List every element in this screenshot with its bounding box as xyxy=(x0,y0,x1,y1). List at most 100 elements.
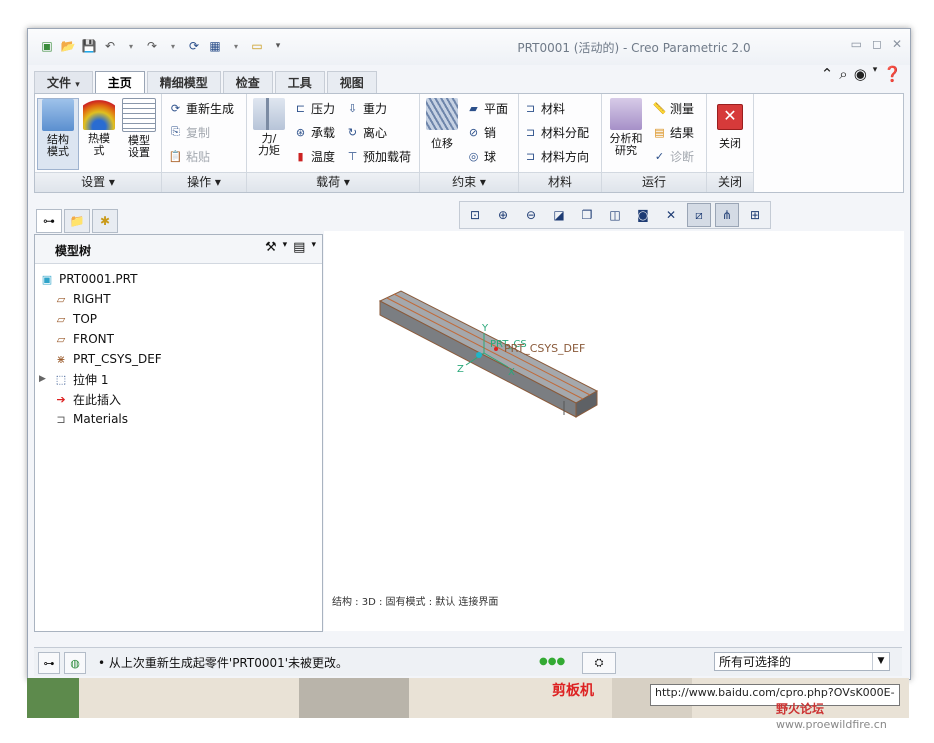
settings-dropdown-icon[interactable]: ▾ xyxy=(283,240,288,255)
gravity-button[interactable]: ⇩ 重力 xyxy=(345,98,387,118)
ribbon: 结构 模式 热模 式 模型 设置 设置 ▾ ⟳ 重新生成 ⎘ 复制 📋 粘贴 操作 ▾… xyxy=(34,93,904,193)
show-icon[interactable]: ▤ xyxy=(293,240,305,255)
display-style-icon[interactable]: ◫ xyxy=(603,203,627,227)
pin-icon: ⊘ xyxy=(468,125,479,139)
regen-status-icon: ●●● xyxy=(539,656,566,667)
paste-button[interactable]: 📋 粘贴 xyxy=(168,146,210,166)
temperature-button[interactable]: ▮ 温度 xyxy=(293,146,335,166)
diagnostics-icon: ✓ xyxy=(654,149,665,163)
model-setup-button[interactable]: 模型 设置 xyxy=(119,98,159,159)
tab-inspect[interactable]: 检查 xyxy=(222,71,273,93)
folder-icon[interactable]: 📁 xyxy=(64,209,90,233)
tab-file[interactable]: 文件 ▾ xyxy=(34,71,93,93)
centrifugal-button[interactable]: ↻ 离心 xyxy=(345,122,387,142)
graphics-window[interactable]: Y Z X PRT_CS PRT_CSYS_DEF 结构 : 3D : 固有模式… xyxy=(324,231,904,631)
tree-node-front[interactable]: ▱ FRONT xyxy=(39,329,162,349)
preload-icon: ⊤ xyxy=(347,149,358,163)
saved-views-icon[interactable]: ❐ xyxy=(575,203,599,227)
community-icon[interactable]: ◉ xyxy=(854,65,867,83)
results-icon: ▤ xyxy=(654,125,665,139)
axis-x-label: X xyxy=(508,367,515,378)
ball-button[interactable]: ◎ 球 xyxy=(466,146,496,166)
group-label-setup[interactable]: 设置 ▾ xyxy=(35,172,161,192)
selection-filter[interactable]: 所有可选择的 ▼ xyxy=(714,652,890,671)
plane-button[interactable]: ▰ 平面 xyxy=(466,98,508,118)
gravity-icon: ⇩ xyxy=(347,101,358,115)
window-controls: ▭ ◻ ✕ xyxy=(851,37,902,51)
material-assignment-button[interactable]: ⊐ 材料分配 xyxy=(523,122,589,142)
collapse-ribbon-icon[interactable]: ⌃ xyxy=(821,65,834,83)
regenerate-icon: ⟳ xyxy=(170,101,181,115)
model-tree-title: 模型树 xyxy=(55,244,92,258)
search-icon[interactable]: ⌕ xyxy=(839,65,847,83)
group-label-constraints[interactable]: 约束 ▾ xyxy=(420,172,518,192)
regenerate-button[interactable]: ⟳ 重新生成 xyxy=(168,98,234,118)
diagnostics-button[interactable]: ✓ 诊断 xyxy=(652,146,694,166)
analysis-studies-button[interactable]: 分析和 研究 xyxy=(604,98,648,157)
group-operations: ⟳ 重新生成 ⎘ 复制 📋 粘贴 操作 ▾ xyxy=(162,94,247,192)
zoom-in-icon[interactable]: ⊕ xyxy=(491,203,515,227)
community-dropdown-icon[interactable]: ▾ xyxy=(873,65,878,83)
tab-tools[interactable]: 工具 xyxy=(274,71,325,93)
help-icon[interactable]: ❓ xyxy=(883,65,902,83)
bearing-icon: ⊛ xyxy=(295,125,306,139)
minimize-icon[interactable]: ▭ xyxy=(851,37,862,51)
toggle-browser-icon[interactable]: ◍ xyxy=(64,652,86,674)
find-icon[interactable]: ⛭ xyxy=(582,652,616,674)
structure-mode-button[interactable]: 结构 模式 xyxy=(37,98,79,170)
expand-arrow-icon[interactable]: ▶ xyxy=(39,374,49,384)
restore-icon[interactable]: ◻ xyxy=(872,37,882,51)
show-dropdown-icon[interactable]: ▾ xyxy=(311,240,316,255)
group-label-loads[interactable]: 载荷 ▾ xyxy=(247,172,419,192)
tree-node-extrude[interactable]: ▶ ⬚ 拉伸 1 xyxy=(39,369,162,389)
measure-icon: 📏 xyxy=(652,101,667,115)
help-icons: ⌃ ⌕ ◉ ▾ ❓ xyxy=(821,65,902,83)
pin-button[interactable]: ⊘ 销 xyxy=(466,122,496,142)
displacement-button[interactable]: 位移 xyxy=(422,98,462,150)
preload-button[interactable]: ⊤ 预加载荷 xyxy=(345,146,411,166)
spin-center-icon[interactable]: ◙ xyxy=(631,203,655,227)
group-label-run: 运行 xyxy=(602,172,706,192)
tree-node-materials[interactable]: ⊐ Materials xyxy=(39,409,162,429)
tree-list: ▣ PRT0001.PRT ▱ RIGHT ▱ TOP ▱ FRONT ⋇ PRT_CSY… xyxy=(39,269,162,429)
bearing-button[interactable]: ⊛ 承载 xyxy=(293,122,335,142)
csys-display-icon[interactable]: ⊞ xyxy=(743,203,767,227)
reorient-icon[interactable]: ◪ xyxy=(547,203,571,227)
tree-node-part[interactable]: ▣ PRT0001.PRT xyxy=(39,269,162,289)
results-button[interactable]: ▤ 结果 xyxy=(652,122,694,142)
tree-node-right[interactable]: ▱ RIGHT xyxy=(39,289,162,309)
temperature-icon: ▮ xyxy=(297,149,304,163)
model-tree-icon[interactable]: ⊶ xyxy=(36,209,62,233)
material-orientation-button[interactable]: ⊐ 材料方向 xyxy=(523,146,589,166)
csys-icon: ⋇ xyxy=(56,352,66,366)
measure-button[interactable]: 📏 测量 xyxy=(652,98,694,118)
thermal-mode-button[interactable]: 热模 式 xyxy=(79,98,119,157)
group-loads: 力/ 力矩 ⊏ 压力 ⊛ 承载 ▮ 温度 ⇩ 重力 ↻ 离心 ⊤ 预加载荷 载荷 ▾ xyxy=(247,94,420,192)
tree-node-top[interactable]: ▱ TOP xyxy=(39,309,162,329)
favorites-icon[interactable]: ✱ xyxy=(92,209,118,233)
tree-node-csys[interactable]: ⋇ PRT_CSYS_DEF xyxy=(39,349,161,369)
materials-button[interactable]: ⊐ 材料 xyxy=(523,98,565,118)
chevron-down-icon[interactable]: ▼ xyxy=(872,653,889,670)
settings-icon[interactable]: ⚒ xyxy=(265,240,277,255)
tab-home[interactable]: 主页 xyxy=(94,71,145,95)
close-icon[interactable]: ✕ xyxy=(892,37,902,51)
toggle-navigator-icon[interactable]: ⊶ xyxy=(38,652,60,674)
refit-icon[interactable]: ⊡ xyxy=(463,203,487,227)
group-label-operations[interactable]: 操作 ▾ xyxy=(162,172,246,192)
creo-window: ▣ 📂 💾 ↶ ▾ ↷ ▾ ⟳ ▦ ▾ ▭ ▾ PRT0001 (活动的) - … xyxy=(27,28,911,680)
zoom-out-icon[interactable]: ⊖ xyxy=(519,203,543,227)
force-moment-button[interactable]: 力/ 力矩 xyxy=(249,98,289,157)
datum-display-icon[interactable]: ✕ xyxy=(659,203,683,227)
datum-plane-icon: ▱ xyxy=(56,292,66,306)
planes-display-icon[interactable]: ⧄ xyxy=(687,203,711,227)
axes-display-icon[interactable]: ⋔ xyxy=(715,203,739,227)
tree-node-insert-here[interactable]: ➔ 在此插入 xyxy=(39,389,162,409)
close-button[interactable]: ✕ 关闭 xyxy=(710,98,750,150)
pressure-button[interactable]: ⊏ 压力 xyxy=(293,98,335,118)
copy-button[interactable]: ⎘ 复制 xyxy=(168,122,210,142)
tab-view[interactable]: 视图 xyxy=(326,71,377,93)
analysis-icon xyxy=(610,98,642,130)
model-tree-header: 模型树 ⚒ ▾ ▤ ▾ xyxy=(35,235,322,264)
tab-refine-model[interactable]: 精细模型 xyxy=(146,71,221,93)
